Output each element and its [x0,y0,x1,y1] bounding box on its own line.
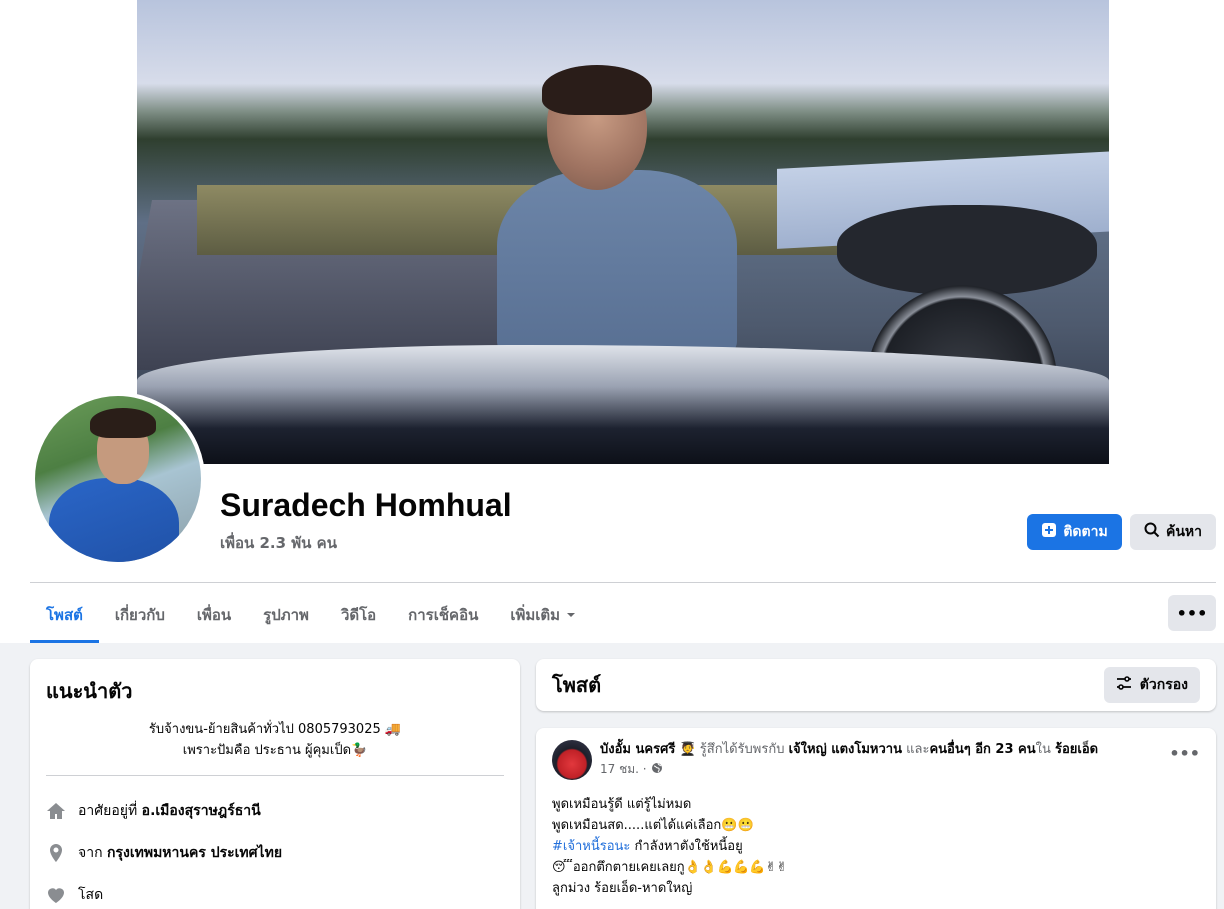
bio: รับจ้างขน-ย้ายสินค้าทั่วไป 0805793025 🚚 … [148,722,402,758]
post-header-text: บังอั้ม นครศรี 🧑‍🎓 รู้สึกได้รับพรกับ เจ้… [600,742,1099,757]
info-lives-in: อาศัยอยู่ที่ อ.เมืองสุราษฎร์ธานี [46,790,504,832]
divider [46,775,504,776]
post-options-button[interactable]: ••• [1169,744,1200,763]
tab-more[interactable]: เพิ่มเติม [494,588,592,642]
post-location-link[interactable]: ร้อยเอ็ด [1055,742,1098,757]
info-from: จาก กรุงเทพมหานคร ประเทศไทย [46,832,504,874]
heart-icon [46,885,66,905]
posts-title: โพสต์ [552,673,602,697]
post-author-avatar[interactable] [552,740,592,780]
avatar [35,396,201,562]
others-link[interactable]: คนอื่นๆ อีก 23 คน [929,742,1035,757]
intro-card: แนะนำตัว รับจ้างขน-ย้ายสินค้าทั่วไป 0805… [30,659,520,909]
hashtag-link[interactable]: #เจ้าหนี้รอนะ [552,839,630,854]
filter-icon [1116,675,1132,695]
tab-posts[interactable]: โพสต์ [30,588,99,643]
tab-checkins[interactable]: การเช็คอิน [392,588,494,642]
search-label: ค้นหา [1165,524,1203,540]
tab-photos[interactable]: รูปภาพ [247,588,325,642]
author-emoji: 🧑‍🎓 [679,742,696,757]
tab-friends[interactable]: เพื่อน [181,588,247,642]
more-options-button[interactable]: ••• [1168,595,1216,631]
intro-title: แนะนำตัว [46,679,133,703]
cover-photo[interactable] [137,0,1109,464]
location-pin-icon [46,843,66,863]
tab-videos[interactable]: วิดีโอ [325,588,392,642]
search-button[interactable]: ค้นหา [1130,514,1216,550]
post-card: บังอั้ม นครศรี 🧑‍🎓 รู้สึกได้รับพรกับ เจ้… [536,728,1216,909]
follow-button[interactable]: ติดตาม [1027,514,1122,550]
profile-header: Suradech Homhual เพื่อน 2.3 พัน คน ติดตา… [0,0,1224,643]
caret-down-icon [566,606,576,624]
friends-count-link[interactable]: เพื่อน 2.3 พัน คน [220,531,337,555]
follow-icon [1041,522,1057,542]
filter-button[interactable]: ตัวกรอง [1103,667,1200,703]
post-timestamp[interactable]: 17 ชม. · [600,760,1160,779]
profile-tabs: โพสต์ เกี่ยวกับ เพื่อน รูปภาพ วิดีโอ การ… [30,588,592,643]
follow-label: ติดตาม [1063,524,1108,540]
post-text: พูดเหมือนรู้ดี แต่รู้ไม่หมด พูดเหมือนสด.… [552,797,788,896]
profile-picture[interactable] [31,392,205,566]
info-relationship: โสด [46,874,504,909]
posts-header: โพสต์ ตัวกรอง [536,659,1216,711]
search-icon [1144,522,1160,542]
hometown-link[interactable]: กรุงเทพมหานคร ประเทศไทย [107,845,282,861]
tab-about[interactable]: เกี่ยวกับ [99,588,181,642]
divider [30,582,1216,583]
lives-in-link[interactable]: อ.เมืองสุราษฎร์ธานี [142,803,261,819]
home-icon [46,801,66,821]
tagged-user-link[interactable]: เจ้ใหญ่ แตงโมหวาน [789,742,902,757]
globe-icon [651,762,663,777]
profile-name: Suradech Homhual [220,487,512,523]
post-author-link[interactable]: บังอั้ม นครศรี [600,742,675,757]
